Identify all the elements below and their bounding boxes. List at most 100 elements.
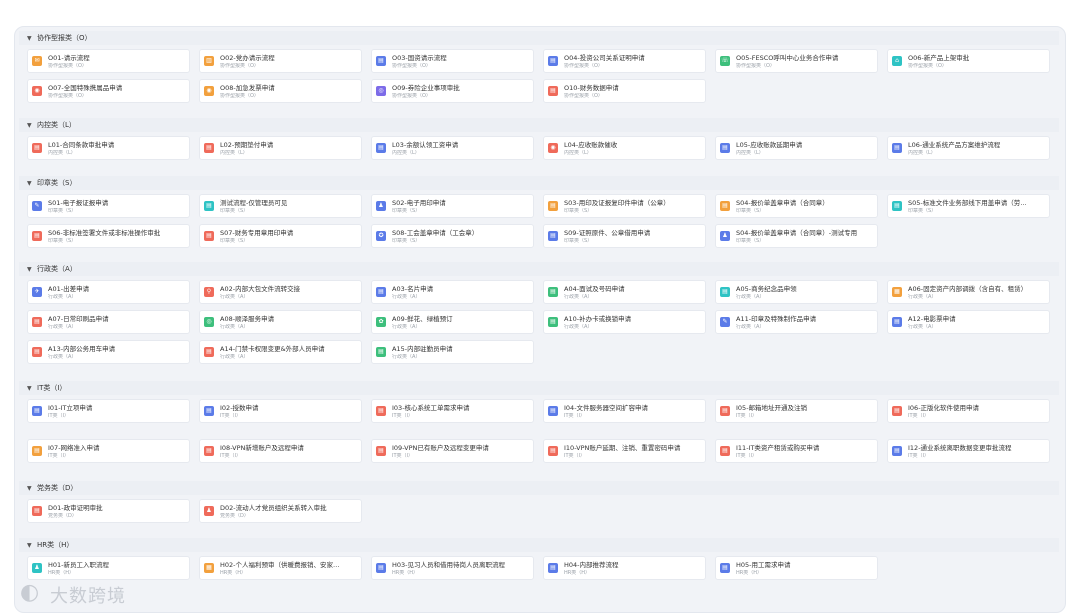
process-card[interactable]: ▤ O10-财务数据申请 协作型报类（O）: [543, 79, 706, 103]
process-card[interactable]: ▤ I08-VPN新增账户及远程申请 IT类（I）: [199, 439, 362, 463]
process-card[interactable]: ▤ D01-政审证明审批 党务类（D）: [27, 499, 190, 523]
process-card[interactable]: ☏ O05-FESCO呼叫中心业务合作申请 协作型报类（O）: [715, 49, 878, 73]
process-card[interactable]: ♟ H01-新员工入职流程 HR类（H）: [27, 556, 190, 580]
process-icon: ▤: [892, 143, 902, 153]
section-header[interactable]: ▼ 印章类（S）: [19, 176, 1059, 190]
section-header[interactable]: ▼ HR类（H）: [19, 538, 1059, 552]
process-title: L03-余额认领工资申请: [392, 141, 459, 149]
process-title: A01-出差申请: [48, 285, 90, 293]
process-card[interactable]: ▤ A07-日常印刷品申请 行政类（A）: [27, 310, 190, 334]
process-card[interactable]: ▤ A14-门禁卡权限变更&外部人员申请 行政类（A）: [199, 340, 362, 364]
process-card[interactable]: ▤ A10-补办卡或换锁申请 行政类（A）: [543, 310, 706, 334]
process-title: A05-商务纪念品申领: [736, 285, 797, 293]
process-card[interactable]: ▤ A04-面试及号码申请 行政类（A）: [543, 280, 706, 304]
process-card[interactable]: ▤ S09-证照原件、公章借用申请 印章类（S）: [543, 224, 706, 248]
process-title: I12-通业系统离职数据变更审批流程: [908, 444, 1012, 452]
process-card[interactable]: ▤ H03-见习人员和借用待岗人员离职流程 HR类（H）: [371, 556, 534, 580]
chevron-down-icon[interactable]: ▼: [27, 263, 35, 277]
chevron-down-icon[interactable]: ▼: [27, 177, 35, 191]
process-card[interactable]: ▤ L05-应收账款延期申请 内控类（L）: [715, 136, 878, 160]
process-title: A09-鲜花、绿植预订: [392, 315, 453, 323]
process-card[interactable]: ▤ A15-内部驻勤员申请 行政类（A）: [371, 340, 534, 364]
process-card[interactable]: ▤ I05-邮箱地址开通及注销 IT类（I）: [715, 399, 878, 423]
process-icon: ▤: [548, 317, 558, 327]
process-card[interactable]: ▤ I02-授数申请 IT类（I）: [199, 399, 362, 423]
process-icon: ✪: [376, 231, 386, 241]
chevron-down-icon[interactable]: ▼: [27, 382, 35, 396]
process-card[interactable]: ◎ O09-券险企业事项审批 协作型报类（O）: [371, 79, 534, 103]
process-card[interactable]: ▤ I04-文件服务器空间扩容申请 IT类（I）: [543, 399, 706, 423]
process-card[interactable]: ▤ I01-IT立项申请 IT类（I）: [27, 399, 190, 423]
process-card[interactable]: ▤ S05-标准文件业务部线下用盖申请（劳… 印章类（S）: [887, 194, 1050, 218]
process-category: 内控类（L）: [48, 150, 76, 156]
process-category: 行政类（A）: [220, 354, 249, 360]
process-card[interactable]: ♟ D02-流动人才党员组织关系转入审批 党务类（D）: [199, 499, 362, 523]
process-card[interactable]: ▤ 测试流程-仅管理员可见 印章类（S）: [199, 194, 362, 218]
process-card[interactable]: ✉ O01-请示流程 协作型报类（O）: [27, 49, 190, 73]
process-card[interactable]: ▤ L03-余额认领工资申请 内控类（L）: [371, 136, 534, 160]
process-card[interactable]: ▤ I12-通业系统离职数据变更审批流程 IT类（I）: [887, 439, 1050, 463]
process-card[interactable]: ✿ A09-鲜花、绿植预订 行政类（A）: [371, 310, 534, 334]
process-card[interactable]: ▤ L02-预期垫付申请 内控类（L）: [199, 136, 362, 160]
process-card[interactable]: ▥ O02-党办请示流程 协作型报类（O）: [199, 49, 362, 73]
process-icon: ▤: [32, 406, 42, 416]
process-card[interactable]: ▤ H05-用工需求申请 HR类（H）: [715, 556, 878, 580]
process-card[interactable]: ▤ O03-国资请示流程 协作型报类（O）: [371, 49, 534, 73]
chevron-down-icon[interactable]: ▼: [27, 482, 35, 496]
process-card[interactable]: ✎ S01-电子报证报申请 印章类（S）: [27, 194, 190, 218]
process-card[interactable]: ♟ S02-电子用印申请 印章类（S）: [371, 194, 534, 218]
process-card[interactable]: ▤ A12-电影票申请 行政类（A）: [887, 310, 1050, 334]
process-card[interactable]: ▤ I06-正版化软件使用申请 IT类（I）: [887, 399, 1050, 423]
section-header[interactable]: ▼ 内控类（L）: [19, 118, 1059, 132]
chevron-down-icon[interactable]: ▼: [27, 119, 35, 133]
process-card[interactable]: ▤ S06-非标准签署文件或非标准操作审批 印章类（S）: [27, 224, 190, 248]
process-card[interactable]: ▤ I03-核心系统工单需求申请 IT类（I）: [371, 399, 534, 423]
section-header[interactable]: ▼ 行政类（A）: [19, 262, 1059, 276]
process-card[interactable]: ◎ A08-顺泽服务申请 行政类（A）: [199, 310, 362, 334]
process-card[interactable]: ▤ A13-内部公务用车申请 行政类（A）: [27, 340, 190, 364]
process-card[interactable]: ▦ A06-固定资产内部调拨（含自有、租赁） 行政类（A）: [887, 280, 1050, 304]
process-card[interactable]: ▦ H02-个人福利预审（供暖费报销、安家… HR类（H）: [199, 556, 362, 580]
section-header[interactable]: ▼ 党务类（D）: [19, 481, 1059, 495]
process-card[interactable]: ⌂ O06-新产品上架审批 协作型报类（O）: [887, 49, 1050, 73]
section-header[interactable]: ▼ IT类（I）: [19, 381, 1059, 395]
process-icon: ▤: [892, 446, 902, 456]
process-category: 行政类（A）: [48, 324, 77, 330]
process-card[interactable]: ▤ L06-通业系统产品方案维护流程 内控类（L）: [887, 136, 1050, 160]
chevron-down-icon[interactable]: ▼: [27, 32, 35, 46]
process-title: I04-文件服务器空间扩容申请: [564, 404, 649, 412]
process-card[interactable]: ✪ S08-工会盖章申请（工会章） 印章类（S）: [371, 224, 534, 248]
process-card[interactable]: ▤ A03-名片申请 行政类（A）: [371, 280, 534, 304]
chevron-down-icon[interactable]: ▼: [27, 539, 35, 553]
process-card[interactable]: ◉ L04-应收账款催收 内控类（L）: [543, 136, 706, 160]
process-category: 协作型报类（O）: [392, 63, 431, 69]
process-card[interactable]: ▤ I09-VPN已有账户及远程变更申请 IT类（I）: [371, 439, 534, 463]
process-category: IT类（I）: [392, 453, 414, 459]
process-card[interactable]: ✎ A11-印章及特殊制作品申请 行政类（A）: [715, 310, 878, 334]
process-category: IT类（I）: [736, 413, 758, 419]
process-card[interactable]: ▤ A05-商务纪念品申领 行政类（A）: [715, 280, 878, 304]
process-title: S02-电子用印申请: [392, 199, 446, 207]
process-card[interactable]: ▤ S07-财务专用章用印申请 印章类（S）: [199, 224, 362, 248]
process-card[interactable]: ▤ I07-网络准入申请 IT类（I）: [27, 439, 190, 463]
process-card[interactable]: ✈ A01-出差申请 行政类（A）: [27, 280, 190, 304]
process-card[interactable]: ▤ S04-报价单盖章申请（合同章） 印章类（S）: [715, 194, 878, 218]
process-card[interactable]: ◉ O07-全国特殊携属品申请 协作型报类（O）: [27, 79, 190, 103]
process-title: A14-门禁卡权限变更&外部人员申请: [220, 345, 325, 353]
process-card[interactable]: ▤ S03-用印及证报复印件申请（公章） 印章类（S）: [543, 194, 706, 218]
process-title: A11-印章及特殊制作品申请: [736, 315, 817, 323]
process-card[interactable]: ▤ L01-合同条款审批申请 内控类（L）: [27, 136, 190, 160]
process-card[interactable]: ▤ I11-IT类资产租赁或购买申请 IT类（I）: [715, 439, 878, 463]
process-category: 印章类（S）: [908, 208, 937, 214]
section-header[interactable]: ▼ 协作型报类（O）: [19, 31, 1059, 45]
process-icon: ▤: [376, 287, 386, 297]
process-card[interactable]: ⚲ A02-内部大包文件流转交接 行政类（A）: [199, 280, 362, 304]
process-category: 协作型报类（O）: [48, 93, 87, 99]
process-card[interactable]: ▤ O04-投资公司关系证明申请 协作型报类（O）: [543, 49, 706, 73]
process-category: 印章类（S）: [736, 208, 765, 214]
process-card[interactable]: ◉ O08-加急发票申请 协作型报类（O）: [199, 79, 362, 103]
process-card[interactable]: ♟ S04-报价单盖章申请（合同章）-测试专用 印章类（S）: [715, 224, 878, 248]
process-card[interactable]: ▤ H04-内部推荐流程 HR类（H）: [543, 556, 706, 580]
process-icon: ▤: [204, 231, 214, 241]
process-card[interactable]: ▤ I10-VPN账户延期、注销、重置密码申请 IT类（I）: [543, 439, 706, 463]
